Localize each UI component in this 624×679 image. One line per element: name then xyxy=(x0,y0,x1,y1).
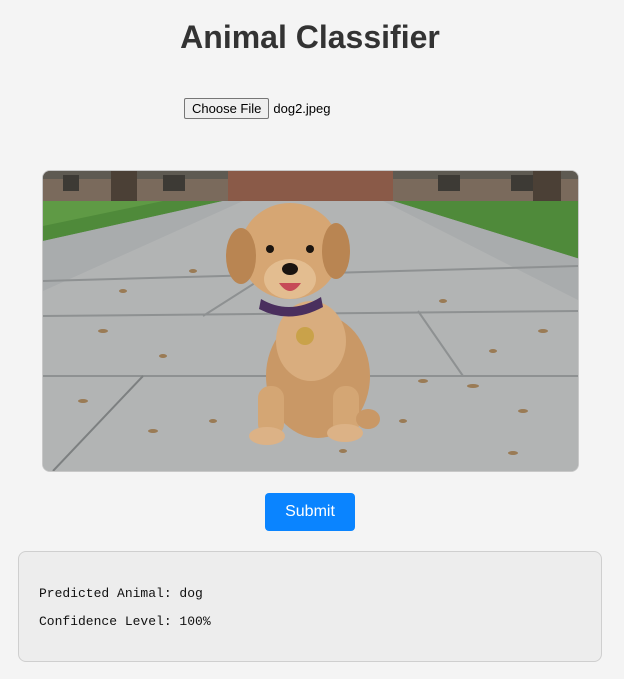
confidence-level-text: Confidence Level: 100% xyxy=(39,614,211,629)
dog-photo-image xyxy=(43,171,578,471)
predicted-animal-text: Predicted Animal: dog xyxy=(39,586,203,601)
selected-file-name: dog2.jpeg xyxy=(273,101,331,116)
page: Animal Classifier Choose File dog2.jpeg xyxy=(0,0,624,679)
submit-button[interactable]: Submit xyxy=(265,493,355,531)
choose-file-button[interactable]: Choose File xyxy=(184,98,270,119)
file-input[interactable]: Choose File dog2.jpeg xyxy=(184,98,331,119)
page-title: Animal Classifier xyxy=(180,19,440,55)
image-preview xyxy=(42,170,579,472)
result-panel: Predicted Animal: dog Confidence Level: … xyxy=(18,551,602,662)
